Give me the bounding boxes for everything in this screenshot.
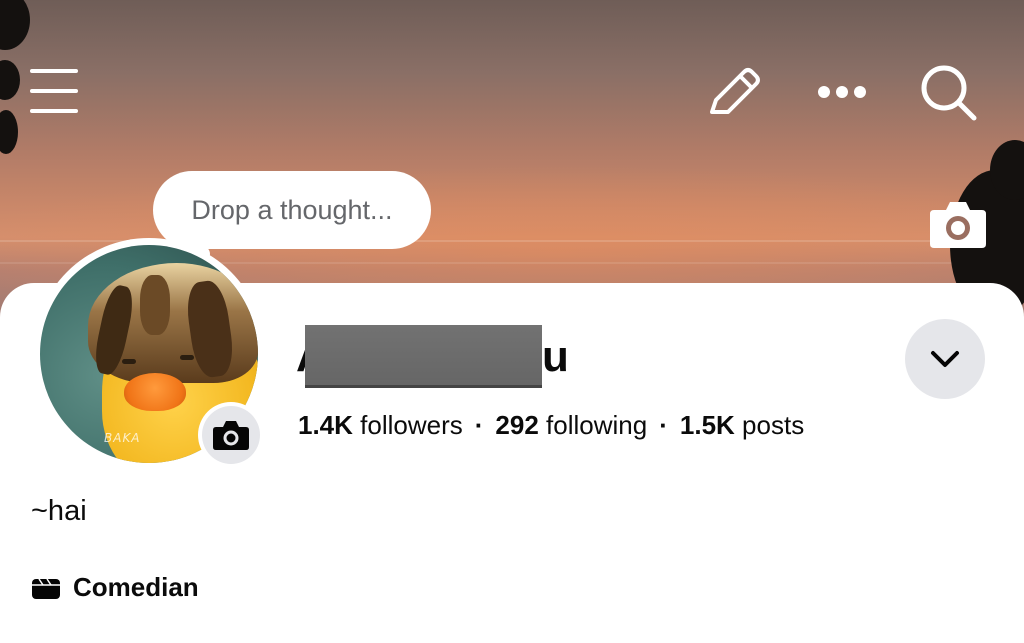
thought-placeholder: Drop a thought... (191, 194, 393, 225)
profile-category: Comedian (31, 572, 199, 603)
following-label[interactable]: following (546, 410, 647, 441)
avatar-watermark: BAKA (104, 431, 141, 445)
cover-camera-icon[interactable] (928, 198, 988, 250)
posts-label: posts (742, 410, 805, 440)
profile-name-redaction (305, 325, 542, 388)
search-icon[interactable] (918, 62, 980, 122)
thought-bubble[interactable]: Drop a thought... (153, 171, 431, 249)
expand-profile-button[interactable] (905, 319, 985, 399)
pencil-icon[interactable] (704, 66, 762, 120)
more-dots-icon[interactable] (816, 82, 868, 102)
clapperboard-icon (31, 576, 61, 600)
category-label: Comedian (73, 572, 199, 602)
profile-name-suffix: u (542, 332, 569, 381)
following-count[interactable]: 292 (495, 410, 538, 441)
profile-stats: 1.4K followers · 292 following · 1.5K po… (298, 410, 804, 441)
stats-separator: · (474, 410, 484, 440)
profile-bio: ~hai (31, 495, 87, 527)
avatar-camera-button[interactable] (198, 402, 264, 468)
stats-separator: · (659, 410, 668, 440)
camera-icon (213, 421, 249, 450)
chevron-down-icon (931, 351, 959, 367)
posts-count: 1.5K (679, 410, 735, 440)
menu-icon[interactable] (28, 66, 80, 116)
followers-count[interactable]: 1.4K (298, 410, 353, 441)
followers-label[interactable]: followers (360, 410, 463, 441)
